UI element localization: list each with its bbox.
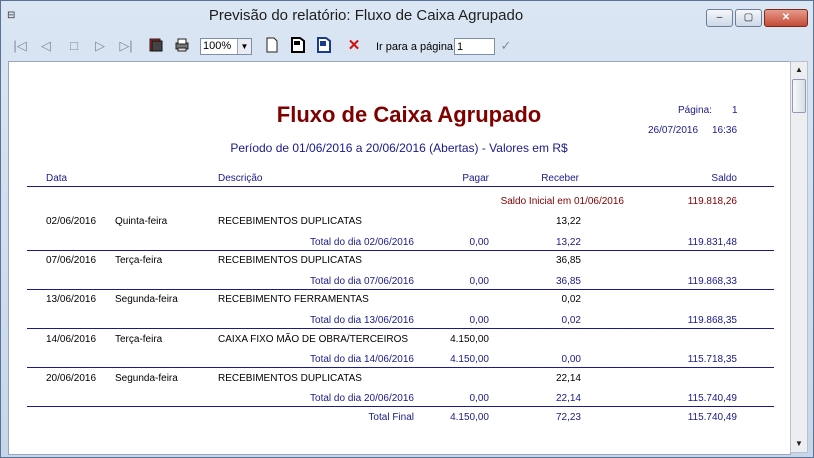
goto-page-input[interactable] (454, 38, 495, 55)
prev-page-icon[interactable]: ◁ (37, 37, 55, 55)
book-icon[interactable] (147, 37, 165, 55)
row-description: RECEBIMENTO FERRAMENTAS (218, 294, 369, 305)
day-total-receber: 36,85 (555, 276, 581, 287)
next-page-icon[interactable]: ▷ (91, 37, 109, 55)
group-divider (27, 406, 774, 407)
scroll-thumb[interactable] (792, 79, 806, 113)
first-page-icon[interactable]: |◁ (11, 37, 29, 55)
day-total-saldo: 119.831,48 (687, 237, 737, 248)
row-date: 14/06/2016 (46, 334, 97, 345)
day-total-pagar: 0,00 (469, 237, 489, 248)
report-subtitle: Período de 01/06/2016 a 20/06/2016 (Aber… (230, 141, 568, 155)
scroll-up-icon[interactable]: ▲ (791, 62, 807, 78)
day-total-label: Total do dia 20/06/2016 (310, 393, 414, 404)
day-total-pagar: 0,00 (469, 393, 489, 404)
row-description: CAIXA FIXO MÃO DE OBRA/TERCEIROS (218, 334, 409, 345)
col-header-data: Data (46, 173, 68, 184)
zoom-value: 100% (203, 40, 232, 52)
maximize-button[interactable]: ▢ (735, 9, 762, 27)
row-date: 02/06/2016 (46, 216, 97, 227)
day-total-saldo: 119.868,35 (687, 315, 737, 326)
day-total-receber: 0,02 (561, 315, 581, 326)
stop-icon[interactable]: □ (65, 37, 83, 55)
row-description: RECEBIMENTOS DUPLICATAS (218, 216, 362, 227)
report-title: Fluxo de Caixa Agrupado (276, 102, 542, 127)
row-receber: 36,85 (555, 255, 581, 266)
row-weekday: Terça-feira (115, 255, 163, 266)
row-date: 13/06/2016 (46, 294, 97, 305)
report-page: Fluxo de Caixa Agrupado Período de 01/06… (8, 61, 791, 455)
row-receber: 0,02 (561, 294, 581, 305)
scroll-down-icon[interactable]: ▼ (791, 436, 807, 452)
close-button[interactable]: ✕ (764, 9, 808, 27)
day-total-saldo: 119.868,33 (687, 276, 737, 287)
group-divider (27, 367, 774, 368)
day-total-label: Total do dia 02/06/2016 (310, 237, 414, 248)
print-icon[interactable] (173, 37, 191, 55)
day-total-receber: 13,22 (555, 237, 581, 248)
window-title: Previsão do relatório: Fluxo de Caixa Ag… (208, 7, 524, 24)
zoom-select[interactable]: 100% ▼ (200, 38, 252, 55)
report-preview-window: ⊟ Previsão do relatório: Fluxo de Caixa … (0, 0, 814, 458)
report-date: 26/07/2016 (648, 125, 699, 136)
whole-page-icon[interactable] (315, 37, 333, 55)
goto-page-label: Ir para a página (376, 41, 454, 53)
col-header-pagar: Pagar (462, 173, 489, 184)
last-page-icon[interactable]: ▷| (117, 37, 135, 55)
row-weekday: Quinta-feira (115, 216, 168, 227)
total-final-pagar: 4.150,00 (450, 412, 489, 423)
row-date: 07/06/2016 (46, 255, 97, 266)
minimize-button[interactable]: ‒ (706, 9, 733, 27)
day-total-label: Total do dia 07/06/2016 (310, 276, 414, 287)
row-weekday: Terça-feira (115, 334, 163, 345)
report-time: 16:36 (712, 125, 738, 136)
row-description: RECEBIMENTOS DUPLICATAS (218, 255, 362, 266)
group-divider (27, 328, 774, 329)
row-receber: 13,22 (555, 216, 581, 227)
col-header-receber: Receber (541, 173, 579, 184)
page-number: 1 (732, 105, 738, 116)
day-total-saldo: 115.718,35 (687, 354, 737, 365)
row-description: RECEBIMENTOS DUPLICATAS (218, 373, 362, 384)
day-total-label: Total do dia 13/06/2016 (310, 315, 414, 326)
row-weekday: Segunda-feira (115, 294, 178, 305)
vertical-scrollbar[interactable]: ▲ ▼ (790, 61, 808, 453)
total-final-saldo: 115.740,49 (687, 412, 737, 423)
row-weekday: Segunda-feira (115, 373, 178, 384)
header-divider (27, 186, 774, 187)
close-preview-icon[interactable]: ✕ (345, 37, 363, 55)
toolbar: |◁ ◁ □ ▷ ▷| 100% ▼ ✕ Ir para a página ✓ (3, 34, 811, 60)
single-page-icon[interactable] (263, 37, 281, 55)
day-total-saldo: 115.740,49 (687, 393, 737, 404)
group-divider (27, 250, 774, 251)
saldo-inicial-value: 119.818,26 (687, 196, 737, 207)
day-total-pagar: 0,00 (469, 315, 489, 326)
col-header-saldo: Saldo (711, 173, 737, 184)
chevron-down-icon[interactable]: ▼ (237, 39, 251, 54)
total-final-receber: 72,23 (555, 412, 581, 423)
row-pagar: 4.150,00 (450, 334, 489, 345)
day-total-label: Total do dia 14/06/2016 (310, 354, 414, 365)
page-width-icon[interactable] (289, 37, 307, 55)
day-total-pagar: 0,00 (469, 276, 489, 287)
page-label: Página: (678, 105, 712, 116)
col-header-descricao: Descrição (218, 173, 263, 184)
row-receber: 22,14 (555, 373, 581, 384)
confirm-icon[interactable]: ✓ (497, 37, 515, 55)
day-total-receber: 0,00 (561, 354, 581, 365)
day-total-pagar: 4.150,00 (450, 354, 489, 365)
day-total-receber: 22,14 (555, 393, 581, 404)
group-divider (27, 289, 774, 290)
row-date: 20/06/2016 (46, 373, 97, 384)
title-bar[interactable]: ⊟ Previsão do relatório: Fluxo de Caixa … (1, 1, 813, 31)
